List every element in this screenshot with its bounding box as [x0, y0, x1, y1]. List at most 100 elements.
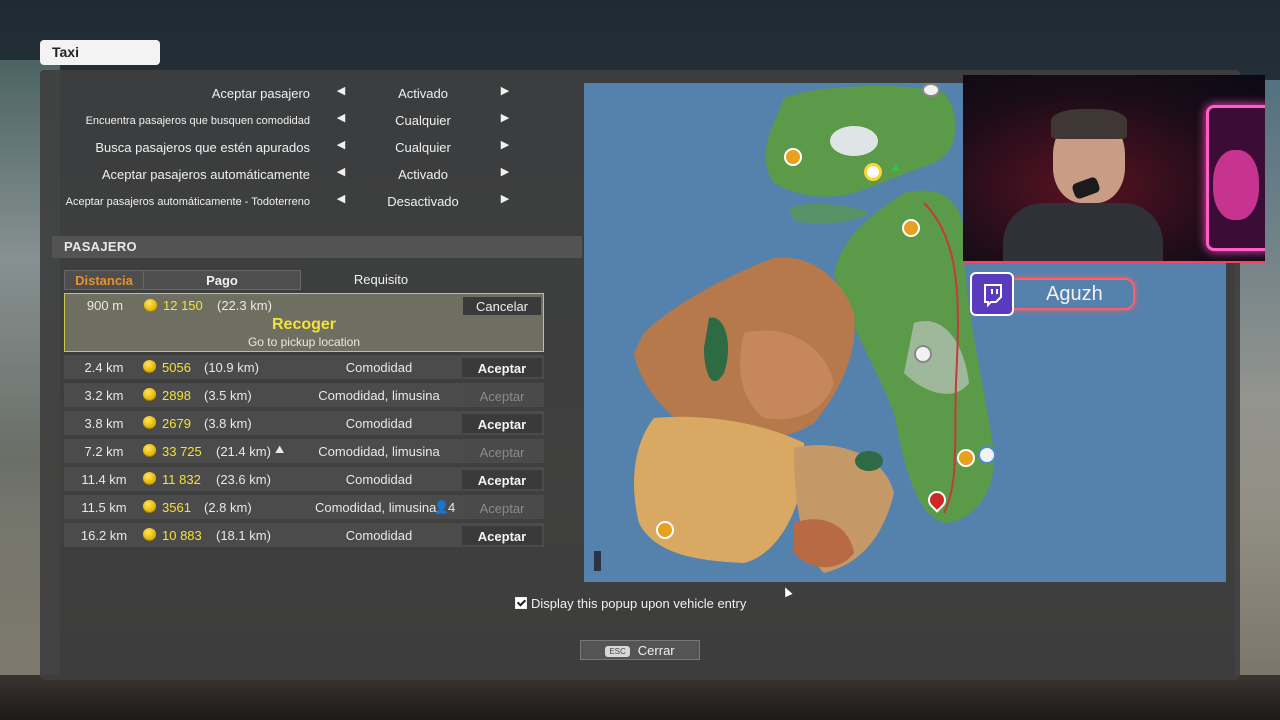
accept-button[interactable]: Aceptar [462, 442, 542, 461]
passenger-payment: 5056 [162, 360, 191, 375]
passenger-distance: 2.4 km [84, 360, 124, 375]
setting-label: Aceptar pasajeros automáticamente [101, 167, 310, 182]
setting-accept-passenger: Aceptar pasajero ◀ Activado ▶ [40, 81, 580, 107]
map-scale-icon [594, 551, 601, 571]
setting-value: Cualquier [395, 113, 451, 128]
neon-mascot-icon [1213, 150, 1259, 220]
arrow-left-icon[interactable]: ◀ [333, 192, 349, 205]
car-dealer-icon[interactable] [978, 446, 996, 464]
coin-icon [143, 416, 156, 428]
accept-button[interactable]: Aceptar [462, 414, 542, 433]
twitch-icon [970, 272, 1014, 316]
passenger-payment: 2679 [162, 416, 191, 431]
trip-distance: (23.6 km) [216, 472, 271, 487]
taxi-marker-icon[interactable] [902, 219, 920, 237]
popup-toggle-label: Display this popup upon vehicle entry [531, 596, 747, 611]
close-button[interactable]: ESC Cerrar [580, 640, 700, 660]
passenger-distance: 16.2 km [80, 528, 128, 543]
coin-icon [143, 472, 156, 484]
arrow-right-icon[interactable]: ▶ [497, 84, 513, 97]
trip-distance: (2.8 km) [204, 500, 252, 515]
passenger-distance: 3.8 km [84, 416, 124, 431]
coin-icon [143, 500, 156, 512]
passenger-distance: 11.5 km [81, 500, 127, 515]
coin-icon [144, 299, 157, 311]
trip-distance: (18.1 km) [216, 528, 271, 543]
close-label: Cerrar [637, 643, 675, 658]
passenger-row: 3.8 km 2679 (3.8 km) Comodidad Aceptar [64, 411, 544, 435]
setting-comfort-passengers: Encuentra pasajeros que busquen comodida… [40, 108, 580, 134]
passenger-payment: 33 725 [162, 444, 202, 459]
passenger-payment: 12 150 [163, 298, 203, 313]
passenger-row: 7.2 km 33 725 (21.4 km) ⛰ Comodidad, lim… [64, 439, 544, 463]
passenger-payment: 3561 [162, 500, 191, 515]
passenger-distance: 3.2 km [84, 388, 124, 403]
setting-value: Desactivado [387, 194, 459, 209]
trip-distance: (22.3 km) [217, 298, 272, 313]
esc-key-icon: ESC [605, 646, 630, 657]
setting-value: Activado [398, 167, 448, 182]
passenger-distance: 900 m [86, 298, 124, 313]
accept-button[interactable]: Aceptar [462, 358, 542, 377]
ride-instruction: Go to pickup location [247, 335, 361, 349]
column-header-payment[interactable]: Pago [143, 270, 301, 290]
streamer-username: Aguzh [1013, 278, 1135, 310]
popup-toggle[interactable]: Display this popup upon vehicle entry [515, 596, 746, 611]
ride-status: Recoger [271, 316, 337, 333]
passenger-row: 16.2 km 10 883 (18.1 km) Comodidad Acept… [64, 523, 544, 547]
setting-label: Busca pasajeros que estén apurados [95, 140, 310, 155]
coin-icon [143, 360, 156, 372]
passenger-requirement: Comodidad [345, 416, 413, 431]
taxi-marker-icon[interactable] [784, 148, 802, 166]
arrow-right-icon[interactable]: ▶ [497, 192, 513, 205]
coin-icon [143, 444, 156, 456]
passenger-requirement: Comodidad [345, 472, 413, 487]
game-background-bottom [0, 675, 1280, 720]
car-dealer-icon[interactable] [914, 345, 932, 363]
setting-value: Activado [398, 86, 448, 101]
passenger-requirement: Comodidad, limusina, [314, 500, 440, 515]
section-header-passenger: PASAJERO [52, 236, 582, 258]
cancel-button[interactable]: Cancelar [463, 297, 541, 315]
arrow-left-icon[interactable]: ◀ [333, 138, 349, 151]
setting-auto-accept-offroad: Aceptar pasajeros automáticamente - Todo… [40, 189, 580, 215]
arrow-right-icon[interactable]: ▶ [497, 111, 513, 124]
accept-button[interactable]: Aceptar [462, 470, 542, 489]
accept-button[interactable]: Aceptar [462, 526, 542, 545]
arrow-left-icon[interactable]: ◀ [333, 84, 349, 97]
arrow-right-icon[interactable]: ▶ [497, 138, 513, 151]
column-header-distance[interactable]: Distancia [64, 270, 144, 290]
arrow-left-icon[interactable]: ◀ [333, 111, 349, 124]
setting-hurried-passengers: Busca pasajeros que estén apurados ◀ Cua… [40, 135, 580, 161]
accept-button[interactable]: Aceptar [462, 386, 542, 405]
arrow-left-icon[interactable]: ◀ [333, 165, 349, 178]
twitch-badge: Aguzh [968, 270, 1138, 316]
passenger-row: 3.2 km 2898 (3.5 km) Comodidad, limusina… [64, 383, 544, 407]
arrow-right-icon[interactable]: ▶ [497, 165, 513, 178]
taxi-marker-icon[interactable] [957, 449, 975, 467]
car-dealer-icon[interactable] [922, 83, 940, 97]
passenger-payment: 11 832 [162, 472, 201, 487]
streamer-hair [1051, 109, 1127, 139]
checkbox-checked-icon[interactable] [515, 597, 527, 609]
passenger-requirement: Comodidad, limusina [318, 388, 440, 403]
accept-button[interactable]: Aceptar [462, 498, 542, 517]
passenger-requirement: Comodidad [345, 360, 413, 375]
destination-pin-icon[interactable] [864, 163, 882, 181]
coin-icon [143, 388, 156, 400]
column-header-requirement[interactable]: Requisito [301, 270, 461, 290]
passenger-row: 11.5 km 3561 (2.8 km) Comodidad, limusin… [64, 495, 544, 519]
passenger-row: 2.4 km 5056 (10.9 km) Comodidad Aceptar [64, 355, 544, 379]
passenger-payment: 2898 [162, 388, 191, 403]
setting-label: Aceptar pasajeros automáticamente - Todo… [65, 196, 310, 208]
trip-distance: (10.9 km) [204, 360, 259, 375]
player-arrow-icon: ▲ [889, 158, 903, 174]
streamer-webcam [963, 75, 1265, 263]
setting-value: Cualquier [395, 140, 451, 155]
taxi-marker-icon[interactable] [656, 521, 674, 539]
passenger-distance: 11.4 km [81, 472, 127, 487]
coin-icon [143, 528, 156, 540]
trip-distance: (21.4 km) [216, 444, 271, 459]
passenger-requirement: Comodidad, limusina [318, 444, 440, 459]
window-title: Taxi [40, 40, 160, 65]
